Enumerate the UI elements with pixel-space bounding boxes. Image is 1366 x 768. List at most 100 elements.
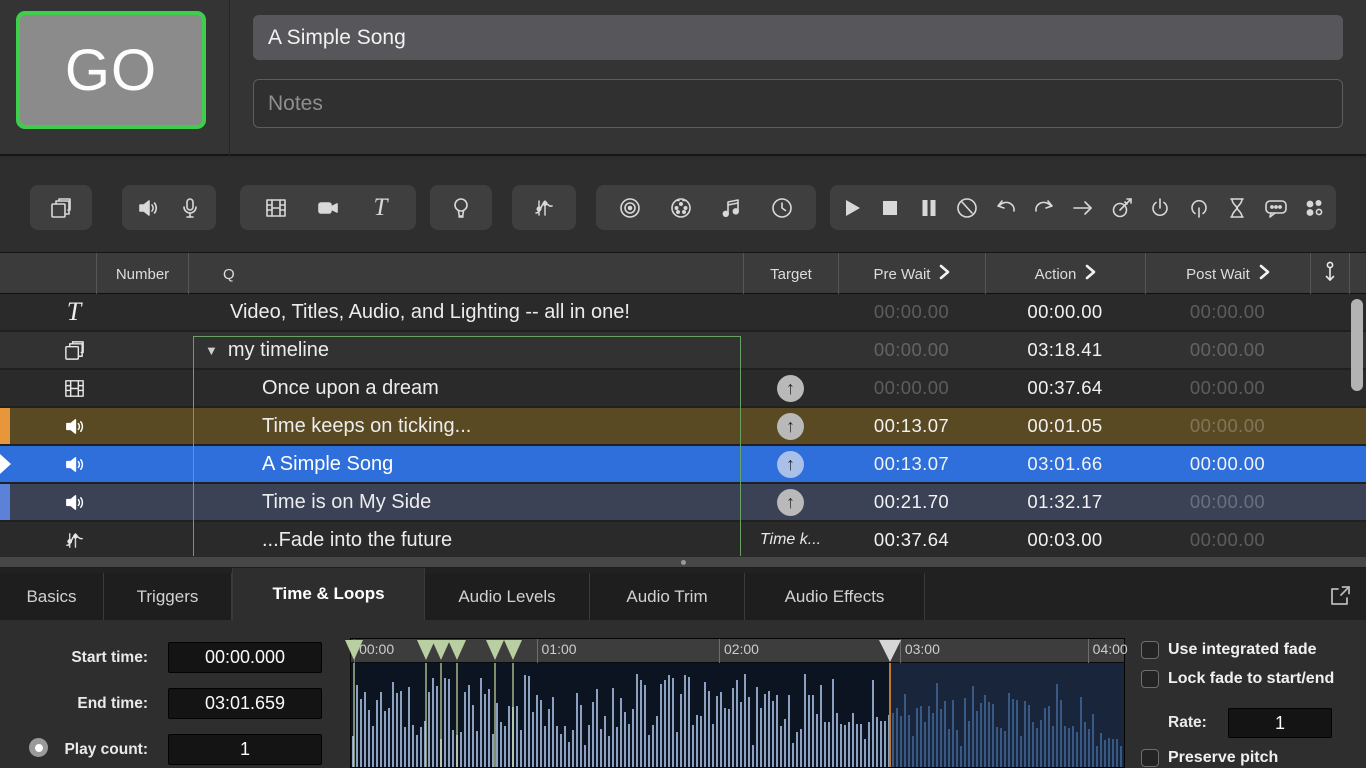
popout-inspector-icon[interactable] [1328,584,1352,608]
workspaces-icon[interactable] [1297,191,1331,225]
use-integrated-fade-checkbox[interactable] [1141,641,1159,659]
action-value[interactable]: 00:00.00 [985,294,1145,330]
post-wait-value[interactable]: 00:00.00 [1145,522,1310,556]
cue-list-scrollbar[interactable] [1351,299,1363,391]
column-header-autoload[interactable] [1310,253,1350,295]
target-cell[interactable]: ↑ [743,370,838,406]
chevron-right-icon[interactable] [939,264,950,284]
target-cell[interactable]: ↑ [743,484,838,520]
rate-field[interactable]: 1 [1228,708,1332,738]
post-wait-value[interactable]: 00:00.00 [1145,408,1310,444]
timecode-cue-icon[interactable] [765,191,799,225]
cue-name[interactable]: Time is on My Side [188,484,741,520]
camera-cue-icon[interactable] [311,191,345,225]
power-icon[interactable] [1143,191,1177,225]
slice-marker-icon[interactable] [448,640,466,660]
play-count-field[interactable]: 1 [168,734,322,765]
waveform-ruler[interactable]: 00:0001:0002:0003:0004:00 [351,639,1124,663]
column-header-action[interactable]: Action [985,253,1145,295]
waveform-editor[interactable]: 00:0001:0002:0003:0004:00 [350,638,1125,768]
tab-time-loops[interactable]: Time & Loops [232,568,425,620]
slice-marker-icon[interactable] [504,640,522,660]
preserve-pitch-checkbox[interactable] [1141,749,1159,767]
pause-icon[interactable] [912,191,946,225]
fade-cue-icon[interactable] [527,191,561,225]
pre-wait-value[interactable]: 00:13.07 [838,408,985,444]
cue-name[interactable]: Video, Titles, Audio, and Lighting -- al… [188,294,741,330]
go-button[interactable]: GO [16,11,206,129]
pre-wait-value[interactable]: 00:00.00 [838,370,985,406]
mic-cue-icon[interactable] [173,191,207,225]
post-wait-value[interactable]: 00:00.00 [1145,484,1310,520]
cue-name-group[interactable]: ▼ my timeline [188,332,741,368]
column-header-pre-wait[interactable]: Pre Wait [838,253,985,295]
action-value[interactable]: 01:32.17 [985,484,1145,520]
column-header-post-wait[interactable]: Post Wait [1145,253,1310,295]
cue-name[interactable]: Once upon a dream [188,370,741,406]
cue-name[interactable]: Time keeps on ticking... [188,408,741,444]
cue-row-group[interactable]: ▼ my timeline 00:00.00 03:18.41 00:00.00 [0,332,1366,370]
titles-cue-icon[interactable]: T [364,191,398,225]
lock-fade-checkbox[interactable] [1141,670,1159,688]
tab-audio-levels[interactable]: Audio Levels [425,573,590,620]
disclosure-triangle[interactable]: ▼ [205,343,218,358]
target-cell[interactable]: Time k... [743,522,838,556]
cue-name[interactable]: ...Fade into the future [188,522,741,556]
audio-cue-icon[interactable] [131,191,165,225]
music-cue-icon[interactable] [714,191,748,225]
post-wait-value[interactable]: 00:00.00 [1145,446,1310,482]
video-cue-icon[interactable] [259,191,293,225]
slice-marker-icon[interactable] [345,640,363,660]
chevron-right-icon[interactable] [1259,264,1270,284]
target-cell[interactable]: ↑ [743,408,838,444]
cue-row-audio-selected[interactable]: A Simple Song ↑ 00:13.07 03:01.66 00:00.… [0,446,1366,484]
tab-audio-trim[interactable]: Audio Trim [590,573,745,620]
column-header-target[interactable]: Target [743,253,838,295]
cue-row-text[interactable]: T Video, Titles, Audio, and Lighting -- … [0,294,1366,332]
show-notes-icon[interactable] [1259,191,1293,225]
cue-row-audio[interactable]: Time is on My Side ↑ 00:21.70 01:32.17 0… [0,484,1366,522]
cue-row-fade[interactable]: ...Fade into the future Time k... 00:37.… [0,522,1366,556]
action-value[interactable]: 03:18.41 [985,332,1145,368]
cue-title-field[interactable]: A Simple Song [253,15,1343,60]
load-to-time-icon[interactable] [1066,191,1100,225]
action-value[interactable]: 00:03.00 [985,522,1145,556]
pre-wait-value[interactable]: 00:13.07 [838,446,985,482]
post-wait-value[interactable]: 00:00.00 [1145,332,1310,368]
action-value[interactable]: 00:01.05 [985,408,1145,444]
light-cue-icon[interactable] [444,191,478,225]
slice-marker-icon[interactable] [486,640,504,660]
group-cue-icon[interactable] [44,191,78,225]
cue-row-audio-playing[interactable]: Time keeps on ticking... ↑ 00:13.07 00:0… [0,408,1366,446]
column-header-number[interactable]: Number [96,253,188,295]
column-header-q[interactable]: Q [188,253,743,295]
cue-row-video[interactable]: Once upon a dream ↑ 00:00.00 00:37.64 00… [0,370,1366,408]
cue-name[interactable]: A Simple Song [188,446,741,482]
retarget-icon[interactable] [1105,191,1139,225]
network-cue-icon[interactable] [613,191,647,225]
panic-icon[interactable] [950,191,984,225]
action-value[interactable]: 00:37.64 [985,370,1145,406]
midi-cue-icon[interactable] [664,191,698,225]
arm-icon[interactable] [1182,191,1216,225]
chevron-right-icon[interactable] [1085,264,1096,284]
undo-icon[interactable] [989,191,1023,225]
tab-audio-effects[interactable]: Audio Effects [745,573,925,620]
redo-icon[interactable] [1027,191,1061,225]
post-wait-value[interactable]: 00:00.00 [1145,294,1310,330]
pre-wait-value[interactable]: 00:00.00 [838,294,985,330]
play-icon[interactable] [835,191,869,225]
pre-wait-value[interactable]: 00:21.70 [838,484,985,520]
tab-basics[interactable]: Basics [0,573,104,620]
action-value[interactable]: 03:01.66 [985,446,1145,482]
pre-wait-value[interactable]: 00:37.64 [838,522,985,556]
post-wait-value[interactable]: 00:00.00 [1145,370,1310,406]
panel-splitter[interactable] [0,556,1366,568]
hourglass-icon[interactable] [1220,191,1254,225]
tab-triggers[interactable]: Triggers [104,573,232,620]
pre-wait-value[interactable]: 00:00.00 [838,332,985,368]
notes-field[interactable]: Notes [253,79,1343,128]
start-time-field[interactable]: 00:00.000 [168,642,322,673]
target-cell[interactable]: ↑ [743,446,838,482]
stop-icon[interactable] [873,191,907,225]
